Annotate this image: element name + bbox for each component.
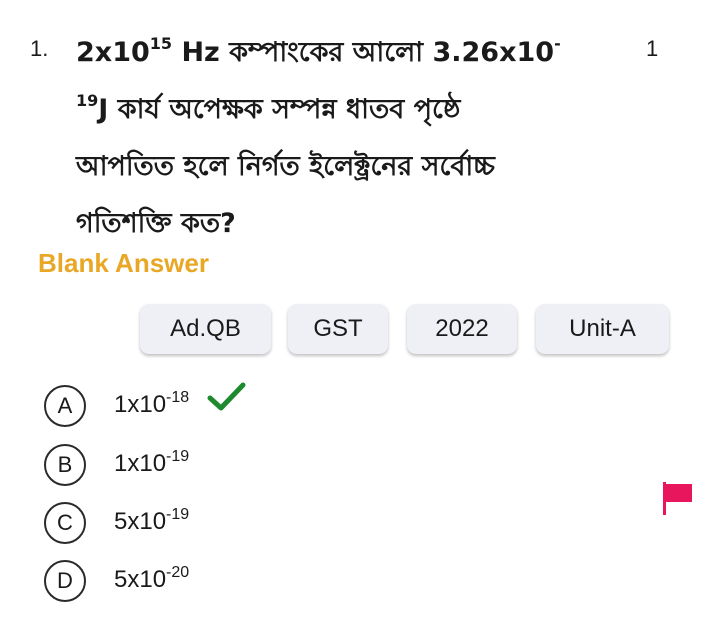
question-line-4: গতিশক্তি কত? [76,208,236,239]
option-d[interactable]: D 5x10-20 [44,560,364,604]
tag-ad-qb[interactable]: Ad.QB [140,304,271,354]
option-b[interactable]: B 1x10-19 [44,444,364,488]
question-line-1: 2x1015 Hz কম্পাংকের আলো 3.26x10- [76,34,561,69]
question-line-2: 19J কার্য অপেক্ষক সম্পন্ন ধাতব পৃষ্ঠে [76,91,461,126]
option-text: 5x10-19 [114,506,190,536]
tag-gst[interactable]: GST [288,304,388,354]
question-number: 1. [30,36,49,61]
check-icon [207,382,246,411]
option-letter[interactable]: C [44,502,86,544]
option-text: 5x10-20 [114,564,190,594]
flag-icon[interactable] [661,480,695,516]
tag-year[interactable]: 2022 [407,304,517,354]
option-letter[interactable]: D [44,560,86,602]
blank-answer-label: Blank Answer [38,248,209,278]
option-text: 1x10-18 [114,389,190,419]
option-c[interactable]: C 5x10-19 [44,502,364,546]
option-text: 1x10-19 [114,448,190,478]
option-a[interactable]: A 1x10-18 [44,382,364,429]
question-marks: 1 [646,36,659,61]
question-line-3: আপতিত হলে নির্গত ইলেক্ট্রনের সর্বোচ্চ [76,151,495,182]
tag-list: Ad.QB GST 2022 Unit-A [140,304,680,354]
option-letter[interactable]: B [44,444,86,486]
question-text: 2x1015 Hz কম্পাংকের আলো 3.26x10- 19J কার… [76,24,636,252]
option-letter[interactable]: A [44,385,86,427]
tag-unit[interactable]: Unit-A [536,304,669,354]
